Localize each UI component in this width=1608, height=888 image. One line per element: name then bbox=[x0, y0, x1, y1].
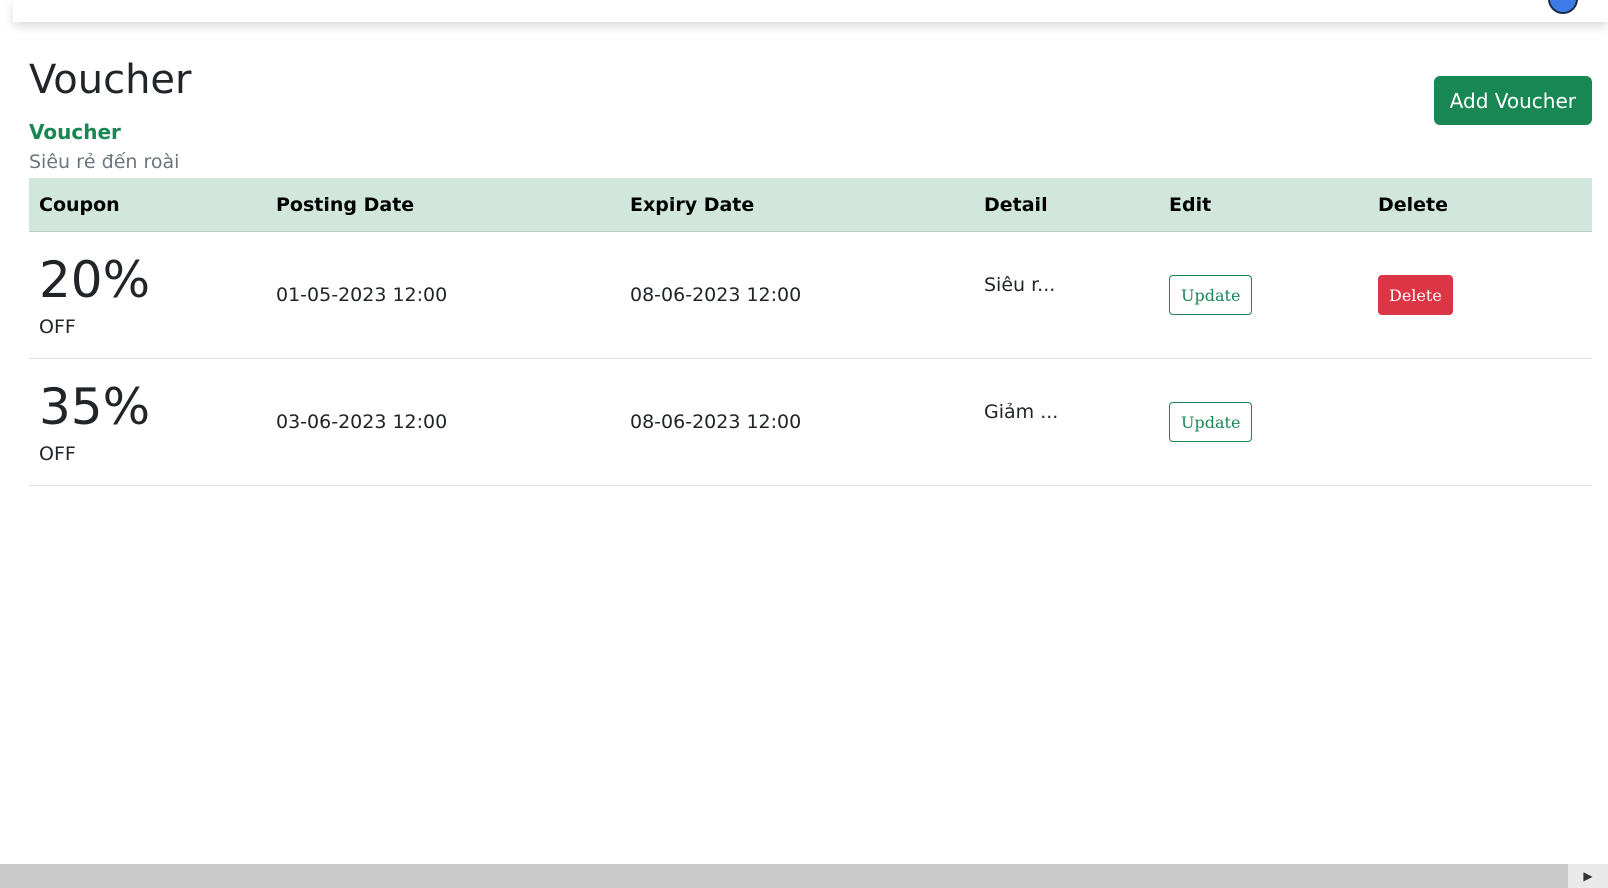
column-header-delete: Delete bbox=[1368, 178, 1592, 232]
delete-cell: Delete bbox=[1368, 231, 1592, 359]
column-header-edit: Edit bbox=[1159, 178, 1368, 232]
column-header-expiry-date: Expiry Date bbox=[620, 178, 974, 232]
off-label: OFF bbox=[39, 316, 76, 338]
page-header: Voucher Voucher Siêu rẻ đến roài Add Vou… bbox=[29, 56, 1592, 173]
update-button[interactable]: Update bbox=[1169, 402, 1253, 442]
top-navbar bbox=[13, 0, 1608, 22]
update-button[interactable]: Update bbox=[1169, 275, 1253, 315]
detail-cell: Siêu r... bbox=[974, 231, 1159, 359]
table-row: 35% OFF 03-06-2023 12:00 08-06-2023 12:0… bbox=[29, 358, 1592, 486]
edit-cell: Update bbox=[1159, 358, 1368, 486]
detail-text: Siêu r... bbox=[984, 274, 1056, 296]
breadcrumb[interactable]: Voucher bbox=[29, 120, 121, 144]
add-voucher-button[interactable]: Add Voucher bbox=[1433, 76, 1592, 125]
expiry-date-cell: 08-06-2023 12:00 bbox=[620, 358, 974, 486]
coupon-cell: 35% OFF bbox=[29, 358, 266, 486]
expiry-date-cell: 08-06-2023 12:00 bbox=[620, 231, 974, 359]
column-header-detail: Detail bbox=[974, 178, 1159, 232]
scroll-right-button[interactable]: ▶ bbox=[1568, 864, 1608, 888]
edit-cell: Update bbox=[1159, 231, 1368, 359]
coupon-cell: 20% OFF bbox=[29, 231, 266, 359]
discount-value: 20% bbox=[39, 251, 151, 309]
detail-text: Giảm ... bbox=[984, 401, 1059, 423]
delete-button[interactable]: Delete bbox=[1378, 275, 1453, 315]
posting-date-cell: 03-06-2023 12:00 bbox=[266, 358, 620, 486]
page-subtitle: Siêu rẻ đến roài bbox=[29, 151, 180, 173]
page-title: Voucher bbox=[29, 57, 192, 103]
discount-value: 35% bbox=[39, 378, 151, 436]
detail-cell: Giảm ... bbox=[974, 358, 1159, 486]
posting-date-cell: 01-05-2023 12:00 bbox=[266, 231, 620, 359]
arrow-right-icon: ▶ bbox=[1583, 869, 1593, 883]
table-header-row: Coupon Posting Date Expiry Date Detail E… bbox=[29, 178, 1592, 232]
column-header-posting-date: Posting Date bbox=[266, 178, 620, 232]
horizontal-scrollbar[interactable]: ▶ bbox=[0, 864, 1608, 888]
column-header-coupon: Coupon bbox=[29, 178, 266, 232]
table-row: 20% OFF 01-05-2023 12:00 08-06-2023 12:0… bbox=[29, 231, 1592, 359]
delete-cell bbox=[1368, 358, 1592, 486]
voucher-table: Coupon Posting Date Expiry Date Detail E… bbox=[29, 178, 1592, 486]
off-label: OFF bbox=[39, 443, 76, 465]
